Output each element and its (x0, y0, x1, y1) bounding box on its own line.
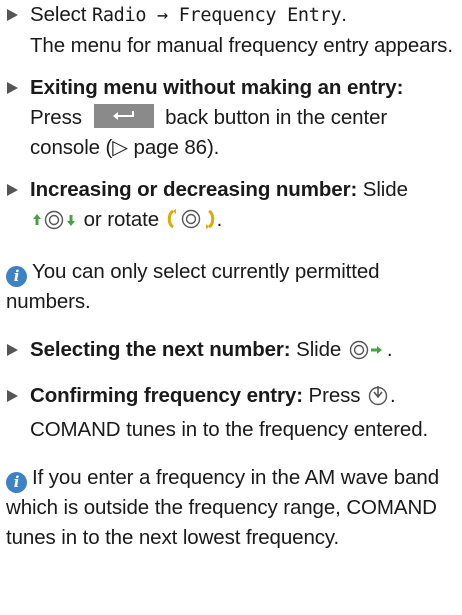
step-text: page 86). (127, 136, 220, 159)
info-icon: i (6, 472, 27, 493)
step-text: Press (30, 106, 88, 129)
step-result-text: COMAND tunes in to the frequency entered… (30, 418, 429, 441)
step-bullet-icon (7, 9, 18, 21)
step-bullet-icon (7, 82, 18, 94)
step-heading: Selecting the next number: (30, 338, 291, 361)
step-heading: Exiting menu without making an entry: (30, 76, 404, 99)
step-bullet-icon (7, 344, 18, 356)
step-change-number: Increasing or decreasing number: Slide o… (6, 175, 458, 239)
step-text: . (216, 208, 223, 231)
step-bullet-icon (7, 184, 18, 196)
note-am-frequency-range: i If you enter a frequency in the AM wave… (6, 463, 458, 553)
step-heading: Confirming frequency entry: (30, 384, 303, 407)
step-select-frequency-entry: Select Radio → Frequency Entry. The menu… (6, 0, 458, 61)
menu-item-frequency-entry: Frequency Entry (178, 5, 342, 26)
step-exit-menu: Exiting menu without making an entry: Pr… (6, 73, 458, 163)
note-permitted-numbers: i You can only select currently permitted… (6, 257, 458, 317)
step-text: Press (302, 384, 367, 407)
step-text: Slide (357, 178, 408, 201)
step-result-text: The menu for manual frequency entry appe… (30, 34, 453, 57)
step-text: Select (30, 3, 92, 26)
menu-arrow: → (146, 5, 179, 26)
slide-right-controller-icon (347, 339, 387, 369)
note-text: You can only select currently permitted … (6, 260, 380, 313)
back-button-icon (93, 104, 154, 128)
step-text: or rotate (78, 208, 165, 231)
step-heading: Increasing or decreasing number: (30, 178, 358, 201)
info-icon: i (6, 266, 27, 287)
note-text: If you enter a frequency in the AM wave … (6, 466, 439, 549)
menu-item-radio: Radio (91, 5, 147, 26)
step-text: . (390, 384, 396, 407)
manual-page: Select Radio → Frequency Entry. The menu… (6, 0, 458, 553)
step-text: . (341, 3, 347, 26)
rotate-controller-icon (165, 208, 217, 239)
step-next-number: Selecting the next number: Slide . (6, 335, 458, 369)
press-controller-icon (366, 384, 390, 415)
step-confirm-entry: Confirming frequency entry: Press . COMA… (6, 381, 458, 445)
page-ref-icon: ▷ (112, 136, 128, 159)
step-text: . (386, 338, 393, 361)
slide-up-down-controller-icon (30, 209, 78, 239)
step-bullet-icon (7, 390, 18, 402)
step-text: Slide (290, 338, 347, 361)
